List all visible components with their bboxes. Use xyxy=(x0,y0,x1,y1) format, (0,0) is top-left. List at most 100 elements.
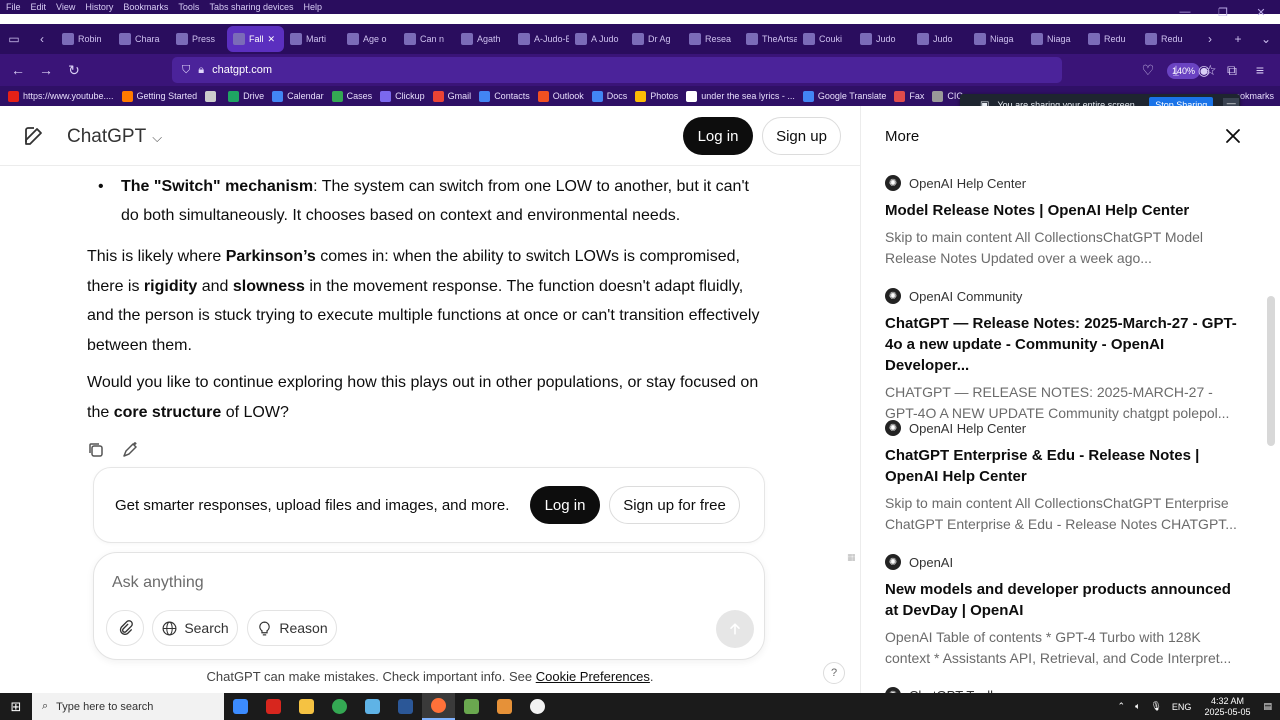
bookmark-item[interactable]: Contacts xyxy=(479,90,530,102)
panel-scrollbar[interactable] xyxy=(1267,296,1275,446)
menu-tabs-sharing[interactable]: Tabs sharing devices xyxy=(209,2,293,12)
bookmark-item[interactable]: CIC xyxy=(932,90,963,102)
taskbar-app-file-explorer[interactable] xyxy=(290,693,323,720)
clock[interactable]: 4:32 AM 2025-05-05 xyxy=(1204,696,1250,718)
source-card[interactable]: ✺ OpenAI New models and developer products… xyxy=(885,553,1245,668)
header-login-button[interactable]: Log in xyxy=(683,117,753,155)
tab-scroll-left-icon[interactable]: ‹ xyxy=(28,26,56,52)
tab[interactable]: Niaga xyxy=(968,26,1025,52)
source-card[interactable]: ✺ChatGPT Toolbox xyxy=(885,686,1245,693)
search-button[interactable]: Search xyxy=(152,610,238,646)
extensions-icon[interactable]: ⧉ xyxy=(1218,57,1246,83)
copy-icon[interactable] xyxy=(86,440,106,460)
ask-input[interactable] xyxy=(112,571,712,595)
cookie-preferences-link[interactable]: Cookie Preferences xyxy=(536,669,650,684)
app-menu-icon[interactable]: ≡ xyxy=(1246,57,1274,83)
bookmark-item[interactable]: Cases xyxy=(331,90,372,102)
taskbar-search[interactable]: ⌕ Type here to search xyxy=(32,693,224,720)
tab[interactable]: A Judo xyxy=(569,26,626,52)
source-card[interactable]: ✺ OpenAI Help Center Model Release Notes |… xyxy=(885,174,1245,268)
menu-help[interactable]: Help xyxy=(303,2,322,12)
taskbar-app-notepad[interactable] xyxy=(356,693,389,720)
pocket-icon[interactable]: ♡ xyxy=(1134,57,1162,83)
bookmark-item[interactable]: Fax xyxy=(894,90,924,102)
tab[interactable]: A-Judo-B xyxy=(512,26,569,52)
tray-chevron-icon[interactable]: ⌃ xyxy=(1118,701,1126,712)
tab[interactable]: Agath xyxy=(455,26,512,52)
send-button[interactable] xyxy=(716,610,754,648)
menu-history[interactable]: History xyxy=(85,2,113,12)
tab[interactable]: Can n xyxy=(398,26,455,52)
notifications-icon[interactable]: ▤ xyxy=(1263,701,1272,712)
taskbar-app-calculator[interactable] xyxy=(389,693,422,720)
volume-icon[interactable]: 🔈︎ xyxy=(1135,701,1140,712)
edit-canvas-icon[interactable] xyxy=(120,440,140,460)
back-icon[interactable]: ← xyxy=(4,57,32,83)
taskbar-app-chrome[interactable] xyxy=(323,693,356,720)
minimize-icon[interactable]: — xyxy=(1166,6,1204,18)
shield-icon[interactable]: ⛉ xyxy=(182,64,190,77)
tab-overview-icon[interactable]: ▭ xyxy=(0,26,28,52)
bookmark-item[interactable]: Clickup xyxy=(380,90,425,102)
forward-icon[interactable]: → xyxy=(32,57,60,83)
bookmark-item[interactable] xyxy=(205,90,220,102)
bookmark-item[interactable]: Drive xyxy=(228,90,264,102)
tab[interactable]: Redu xyxy=(1139,26,1196,52)
help-button[interactable]: ? xyxy=(823,662,845,684)
source-title[interactable]: ChatGPT — Release Notes: 2025-March-27 -… xyxy=(885,313,1245,376)
taskbar-app-firefox[interactable] xyxy=(422,693,455,720)
language-indicator[interactable]: ENG xyxy=(1172,702,1192,712)
tab[interactable]: Robin xyxy=(56,26,113,52)
reason-button[interactable]: Reason xyxy=(247,610,337,646)
tab-list-icon[interactable]: ⌄ xyxy=(1252,26,1280,52)
lock-icon[interactable]: 🔒︎ xyxy=(198,64,204,77)
menu-view[interactable]: View xyxy=(56,2,75,12)
tab[interactable]: Marti xyxy=(284,26,341,52)
tab[interactable]: Chara xyxy=(113,26,170,52)
attach-button[interactable] xyxy=(106,610,144,646)
bookmark-item[interactable]: https://www.youtube.... xyxy=(8,90,114,102)
bookmark-item[interactable]: Gmail xyxy=(432,90,471,102)
tab[interactable]: Resea xyxy=(683,26,740,52)
close-window-icon[interactable]: ✕ xyxy=(1242,6,1280,19)
tab[interactable]: Press xyxy=(170,26,227,52)
taskbar-app-app-green[interactable] xyxy=(455,693,488,720)
tab[interactable]: Judo xyxy=(854,26,911,52)
menu-bookmarks[interactable]: Bookmarks xyxy=(123,2,168,12)
tab[interactable]: Couki xyxy=(797,26,854,52)
new-chat-icon[interactable] xyxy=(22,124,46,148)
taskbar-app-acrobat[interactable] xyxy=(257,693,290,720)
cta-signup-button[interactable]: Sign up for free xyxy=(609,486,740,524)
tab-scroll-right-icon[interactable]: › xyxy=(1196,26,1224,52)
url-text[interactable]: chatgpt.com xyxy=(212,64,272,76)
source-card[interactable]: ✺ OpenAI Community ChatGPT — Release Notes… xyxy=(885,287,1245,423)
taskbar-app-copilot[interactable] xyxy=(224,693,257,720)
source-title[interactable]: New models and developer products announ… xyxy=(885,579,1245,621)
other-bookmarks[interactable]: ookmarks xyxy=(1235,91,1274,101)
source-title[interactable]: ChatGPT Enterprise & Edu - Release Notes… xyxy=(885,445,1245,487)
downloads-icon[interactable]: ⤓ xyxy=(1162,57,1190,83)
account-icon[interactable]: ◉ xyxy=(1190,57,1218,83)
bookmark-item[interactable]: Docs xyxy=(591,90,627,102)
menu-edit[interactable]: Edit xyxy=(31,2,47,12)
bookmark-item[interactable]: Calendar xyxy=(272,90,324,102)
restore-icon[interactable]: ❐ xyxy=(1204,6,1242,19)
tab[interactable]: Niaga xyxy=(1025,26,1082,52)
source-card[interactable]: ✺ OpenAI Help Center ChatGPT Enterprise & … xyxy=(885,419,1245,534)
tab[interactable]: TheArtsan xyxy=(740,26,797,52)
close-icon[interactable] xyxy=(1223,126,1243,146)
bookmark-item[interactable]: Google Translate xyxy=(802,90,886,102)
bookmark-item[interactable]: under the sea lyrics - ... xyxy=(686,90,795,102)
taskbar-app-chatgpt[interactable] xyxy=(521,693,554,720)
microphone-icon[interactable]: 🎙︎ xyxy=(1150,701,1161,712)
tab[interactable]: Judo xyxy=(911,26,968,52)
new-tab-icon[interactable]: + xyxy=(1224,26,1252,52)
windows-start-icon[interactable]: ⊞ xyxy=(0,693,32,720)
bookmark-item[interactable]: Photos xyxy=(635,90,678,102)
url-bar[interactable]: ⛉ 🔒︎ chatgpt.com 140% ☆ xyxy=(172,57,1217,83)
cta-login-button[interactable]: Log in xyxy=(530,486,600,524)
bookmark-item[interactable]: Getting Started xyxy=(121,90,197,102)
tab-close-icon[interactable]: ✕ xyxy=(268,34,276,45)
source-title[interactable]: Model Release Notes | OpenAI Help Center xyxy=(885,200,1245,221)
model-selector[interactable]: ChatGPT ⌵ xyxy=(67,126,162,148)
